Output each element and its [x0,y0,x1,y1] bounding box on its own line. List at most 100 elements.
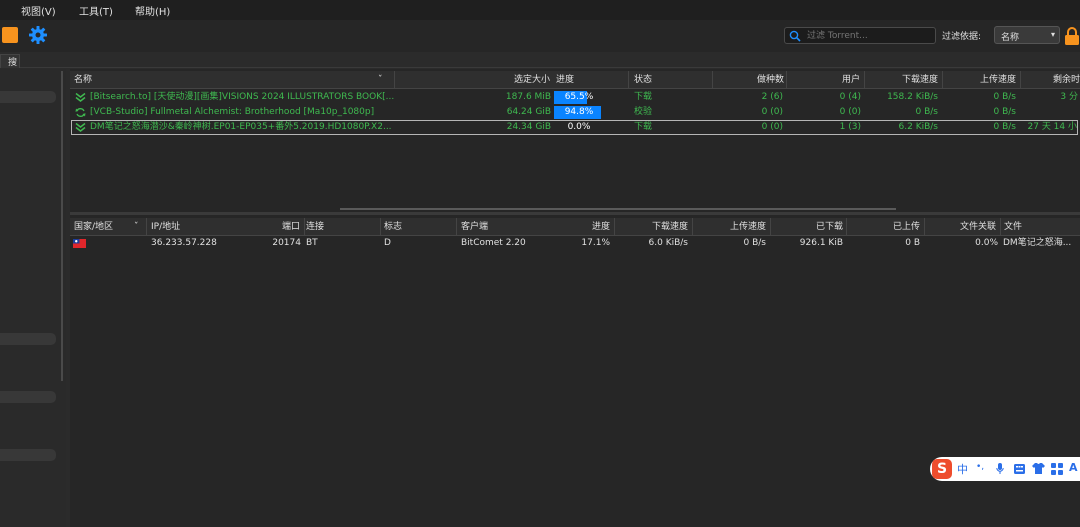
chevron-down-icon[interactable]: ˇ [134,218,139,236]
peer-col-relevance[interactable]: 文件关联 [936,218,996,236]
peer-files: DM笔记之怒海... [1003,238,1072,248]
ime-punctuation-toggle[interactable]: •, [976,462,984,472]
peer-row[interactable]: 36.233.57.228 20174 BT D BitComet 2.20 1… [70,236,1080,250]
torrent-name: DM笔记之怒海潜沙&秦岭神树.EP01-EP035+番外5.2019.HD108… [90,122,392,132]
col-down-speed[interactable]: 下载速度 [882,71,938,89]
toolbox-grid-icon[interactable] [1051,463,1063,475]
peer-connection: BT [306,238,318,248]
filter-by-label: 过滤依据: [942,32,982,42]
pause-all-button[interactable] [2,27,18,43]
torrent-row[interactable]: [VCB-Studio] Fullmetal Alchemist: Brothe… [71,105,1078,120]
torrent-status: 下载 [634,92,653,102]
peer-col-port[interactable]: 端口 [270,218,300,236]
peer-uploaded: 0 B [905,238,920,248]
torrent-filter-input[interactable] [807,29,933,43]
torrent-filter-box[interactable] [784,27,936,44]
peer-col-connection[interactable]: 连接 [306,218,346,236]
torrent-down-speed: 0 B/s [915,107,938,117]
torrent-peers: 1 (3) [839,122,861,132]
torrent-progress-text: 65.5% [564,92,594,102]
peer-progress: 17.1% [581,238,610,248]
peer-col-progress[interactable]: 进度 [570,218,610,236]
torrent-progress-bar: 0.0% [554,121,604,134]
peer-col-downloaded[interactable]: 已下载 [785,218,843,236]
menu-bar: 视图(V) 工具(T) 帮助(H) [0,0,1080,20]
torrent-list-hscrollbar[interactable] [340,208,896,210]
peer-col-flags[interactable]: 标志 [384,218,424,236]
toolbar: 过滤依据: 名称 ▾ [0,20,1080,52]
ime-logo[interactable]: S [932,459,952,479]
torrent-down-speed: 6.2 KiB/s [898,122,938,132]
torrent-seeds: 0 (0) [761,122,783,132]
torrent-row-selected[interactable]: DM笔记之怒海潜沙&秦岭神树.EP01-EP035+番外5.2019.HD108… [71,120,1078,135]
ime-language-toggle[interactable]: 中 [957,461,968,477]
panel-splitter[interactable] [70,212,1080,215]
peer-relevance: 0.0% [975,238,998,248]
peer-up-speed: 0 B/s [743,238,766,248]
torrent-status: 校验 [634,107,653,117]
torrent-peers: 0 (4) [839,92,861,102]
menu-help[interactable]: 帮助(H) [135,3,170,18]
keyboard-icon[interactable] [1014,464,1025,474]
ime-more[interactable]: A [1069,461,1078,474]
tab-search[interactable]: 搜索 [0,54,20,68]
torrent-progress-text: 0.0% [567,122,591,132]
torrent-seeds: 2 (6) [761,92,783,102]
ime-toolbar[interactable]: S 中 •, A [930,457,1080,481]
filter-by-select[interactable]: 名称 ▾ [994,26,1060,44]
microphone-icon[interactable] [996,463,1004,475]
taiwan-flag-icon [73,239,86,248]
torrent-progress-bar: 94.8% [554,106,604,119]
lock-icon[interactable] [1064,26,1080,46]
peer-col-files[interactable]: 文件 [1004,218,1064,236]
peer-col-client[interactable]: 客户端 [461,218,521,236]
chevron-down-icon: ▾ [1050,30,1055,39]
chevron-down-icon[interactable]: ˇ [378,71,383,89]
col-eta[interactable]: 剩余时 [1036,71,1080,89]
torrent-size: 187.6 MiB [505,92,551,102]
sidebar-item[interactable] [0,333,56,345]
sidebar-item[interactable] [0,449,56,461]
peer-col-ip[interactable]: IP/地址 [151,218,211,236]
torrent-peers: 0 (0) [839,107,861,117]
col-name[interactable]: 名称 [74,71,354,89]
torrent-up-speed: 0 B/s [993,122,1016,132]
peer-col-country[interactable]: 国家/地区 [74,218,134,236]
torrent-size: 24.34 GiB [506,122,551,132]
menu-view[interactable]: 视图(V) [21,3,56,18]
search-icon [789,30,801,42]
torrent-up-speed: 0 B/s [993,107,1016,117]
torrent-up-speed: 0 B/s [993,92,1016,102]
col-size[interactable]: 选定大小 [490,71,550,89]
torrent-name: [VCB-Studio] Fullmetal Alchemist: Brothe… [90,107,375,117]
torrent-seeds: 0 (0) [761,107,783,117]
skin-shirt-icon[interactable] [1032,463,1045,474]
tab-strip: 搜索 [0,52,1080,68]
gear-icon[interactable] [28,25,48,45]
sidebar-scrollbar[interactable] [61,71,63,381]
menu-tools[interactable]: 工具(T) [79,3,113,18]
peer-list-header: 国家/地区 ˇ IP/地址 端口 连接 标志 客户端 进度 下载速度 上传速度 … [70,218,1080,236]
checking-refresh-icon [75,108,86,117]
torrent-row[interactable]: [Bitsearch.to] [天使动漫][画集]VISIONS 2024 IL… [71,90,1078,105]
peer-col-uploaded[interactable]: 已上传 [860,218,920,236]
torrent-eta [1026,105,1078,120]
peer-col-up-speed[interactable]: 上传速度 [706,218,766,236]
col-seeds[interactable]: 做种数 [730,71,784,89]
col-progress[interactable]: 进度 [556,71,606,89]
peer-flags: D [384,238,391,248]
peer-down-speed: 6.0 KiB/s [648,238,688,248]
peer-col-down-speed[interactable]: 下载速度 [630,218,688,236]
peer-port: 20174 [272,238,301,248]
peer-ip: 36.233.57.228 [151,238,217,248]
col-peers[interactable]: 用户 [810,71,860,89]
torrent-progress-bar: 65.5% [554,91,604,104]
sidebar-item[interactable] [0,91,56,103]
col-status[interactable]: 状态 [634,71,684,89]
sidebar [0,69,66,527]
torrent-status: 下载 [634,122,653,132]
sidebar-item[interactable] [0,391,56,403]
download-arrow-icon [75,122,86,132]
col-up-speed[interactable]: 上传速度 [960,71,1016,89]
torrent-eta: 27 天 14 小 [1027,122,1078,132]
